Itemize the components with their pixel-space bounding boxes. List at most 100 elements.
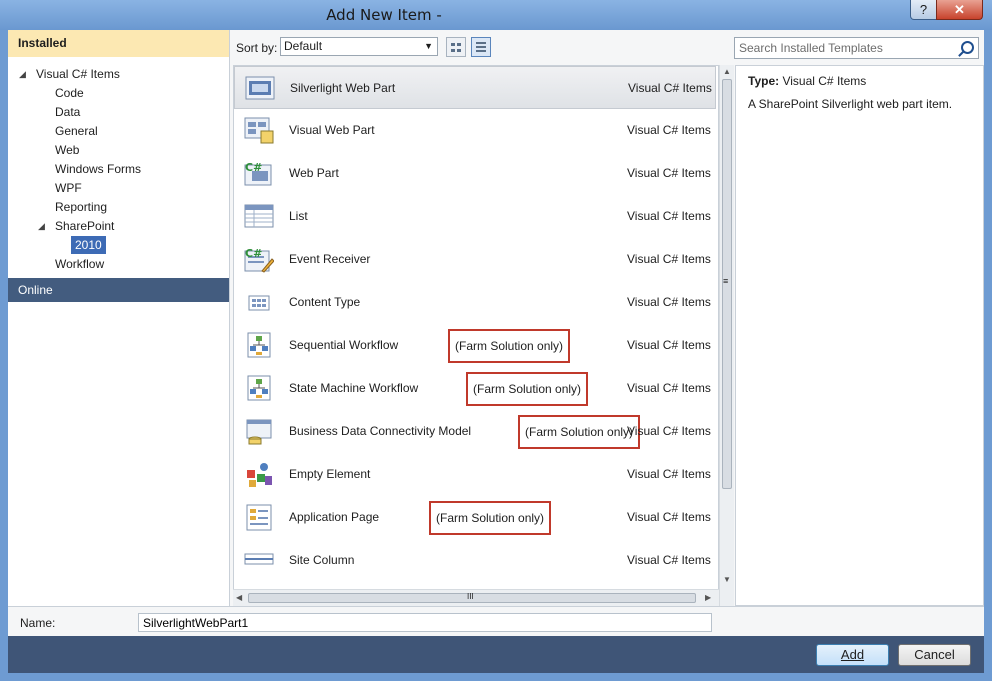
dialog-footer: Add Cancel [8,636,984,673]
tree-item[interactable]: Data [55,103,80,121]
template-category: Visual C# Items [627,338,711,352]
scroll-left-icon[interactable]: ◀ [236,593,242,602]
details-panel: Type: Visual C# Items A SharePoint Silve… [735,65,984,606]
vertical-scroll-thumb[interactable]: ≡ [722,79,732,489]
expand-arrow-icon[interactable]: ◢ [38,221,45,232]
search-icon[interactable] [961,41,974,54]
template-name: Empty Element [289,467,371,481]
template-category: Visual C# Items [627,252,711,266]
template-row[interactable]: C# Web Part Visual C# Items [234,152,716,195]
template-category: Visual C# Items [627,295,711,309]
horizontal-scroll-thumb[interactable]: III [248,592,696,603]
close-button[interactable]: ✕ [936,0,983,20]
tree-item[interactable]: Reporting [55,198,107,216]
installed-header[interactable]: Installed [8,30,229,57]
farm-solution-note: (Farm Solution only) [518,415,641,449]
grid-icon [451,43,455,46]
template-row[interactable]: Sequential Workflow (Farm Solution only) V… [234,324,716,367]
horizontal-scrollbar[interactable]: ◀ III ▶ [233,589,719,606]
chevron-down-icon: ▼ [424,41,433,51]
template-row[interactable]: Visual Web Part Visual C# Items [234,109,716,152]
template-row[interactable]: State Machine Workflow (Farm Solution onl… [234,367,716,410]
template-category: Visual C# Items [627,553,711,567]
type-label: Type: [748,74,780,88]
tree-item[interactable]: General [55,122,98,140]
farm-solution-note: (Farm Solution only) [429,501,552,535]
template-category: Visual C# Items [627,467,711,481]
small-icons-view-button[interactable] [446,37,466,57]
type-value: Visual C# Items [782,74,867,88]
tree-item[interactable]: Windows Forms [55,160,141,178]
svg-text:C#: C# [245,161,262,174]
silverlight-webpart-icon [245,74,275,102]
template-row[interactable]: C# Event Receiver Visual C# Items [234,238,716,281]
workflow-icon [244,374,274,402]
dialog-title: Add New Item - [326,6,442,24]
scroll-up-icon[interactable]: ▲ [723,67,731,76]
template-category: Visual C# Items [627,510,711,524]
template-row[interactable]: Application Page (Farm Solution only) Visu… [234,496,716,539]
workflow-icon [244,331,274,359]
template-row[interactable]: Site Column Visual C# Items [234,539,716,582]
farm-solution-note: (Farm Solution only) [448,329,571,363]
template-name: Content Type [289,295,361,309]
template-description: A SharePoint Silverlight web part item. [748,97,953,111]
scroll-right-icon[interactable]: ▶ [705,593,711,602]
sort-by-value: Default [284,39,323,53]
template-name: Business Data Connectivity Model [289,424,472,438]
tree-item[interactable]: Code [55,84,84,102]
online-header[interactable]: Online [8,278,229,302]
template-row[interactable]: Empty Element Visual C# Items [234,453,716,496]
template-row[interactable]: List Visual C# Items [234,195,716,238]
tree-item[interactable]: Workflow [55,255,104,273]
expand-arrow-icon[interactable]: ◢ [19,69,26,80]
vertical-scrollbar[interactable]: ▲ ≡ ▼ [719,65,734,606]
tree-item[interactable]: Web [55,141,79,159]
template-name: Web Part [289,166,339,180]
template-row[interactable]: Silverlight Web Part Visual C# Items [234,66,716,109]
name-label: Name: [20,616,56,630]
name-bar: Name: [8,606,984,637]
template-category: Visual C# Items [628,81,712,95]
scroll-down-icon[interactable]: ▼ [723,575,731,584]
template-name: List [289,209,308,223]
template-row[interactable]: Content Type Visual C# Items [234,281,716,324]
content-type-icon [244,288,274,316]
csharp-webpart-icon: C# [244,159,274,187]
template-category: Visual C# Items [627,209,711,223]
tree-item[interactable]: SharePoint [55,217,114,235]
sort-by-select[interactable]: Default ▼ [280,37,438,56]
template-row[interactable]: Business Data Connectivity Model (Farm So… [234,410,716,453]
search-placeholder: Search Installed Templates [739,41,883,55]
add-new-item-dialog: Add New Item - ? ✕ Installed ◢ Visual C# … [0,0,992,681]
template-name: Sequential Workflow [289,338,399,352]
template-name: Site Column [289,553,355,567]
template-name: Silverlight Web Part [290,81,396,95]
tree-item[interactable]: WPF [55,179,82,197]
list-icon [476,42,486,44]
farm-solution-note: (Farm Solution only) [466,372,589,406]
search-installed-templates-input[interactable]: Search Installed Templates [734,37,979,59]
template-category: Visual C# Items [627,381,711,395]
template-category: Visual C# Items [627,424,711,438]
svg-text:C#: C# [245,247,262,260]
bdc-model-icon [244,417,274,445]
title-bar[interactable]: Add New Item - ? ✕ [0,0,992,30]
template-category: Visual C# Items [627,123,711,137]
site-column-icon [244,546,274,574]
template-list: Silverlight Web Part Visual C# Items Visua… [233,65,719,606]
help-button[interactable]: ? [910,0,937,20]
application-page-icon [244,503,274,531]
add-button[interactable]: Add [816,644,889,666]
list-view-button[interactable] [471,37,491,57]
template-name: Visual Web Part [289,123,375,137]
tree-item[interactable]: 2010 [71,236,106,254]
type-row: Type: Visual C# Items [748,74,866,88]
name-input[interactable] [138,613,712,632]
cancel-button[interactable]: Cancel [898,644,971,666]
add-button-label: Add [840,647,865,662]
grip-icon: III [467,592,474,601]
list-icon [244,202,274,230]
tree-item[interactable]: Visual C# Items [36,65,120,83]
visual-webpart-icon [244,116,274,144]
